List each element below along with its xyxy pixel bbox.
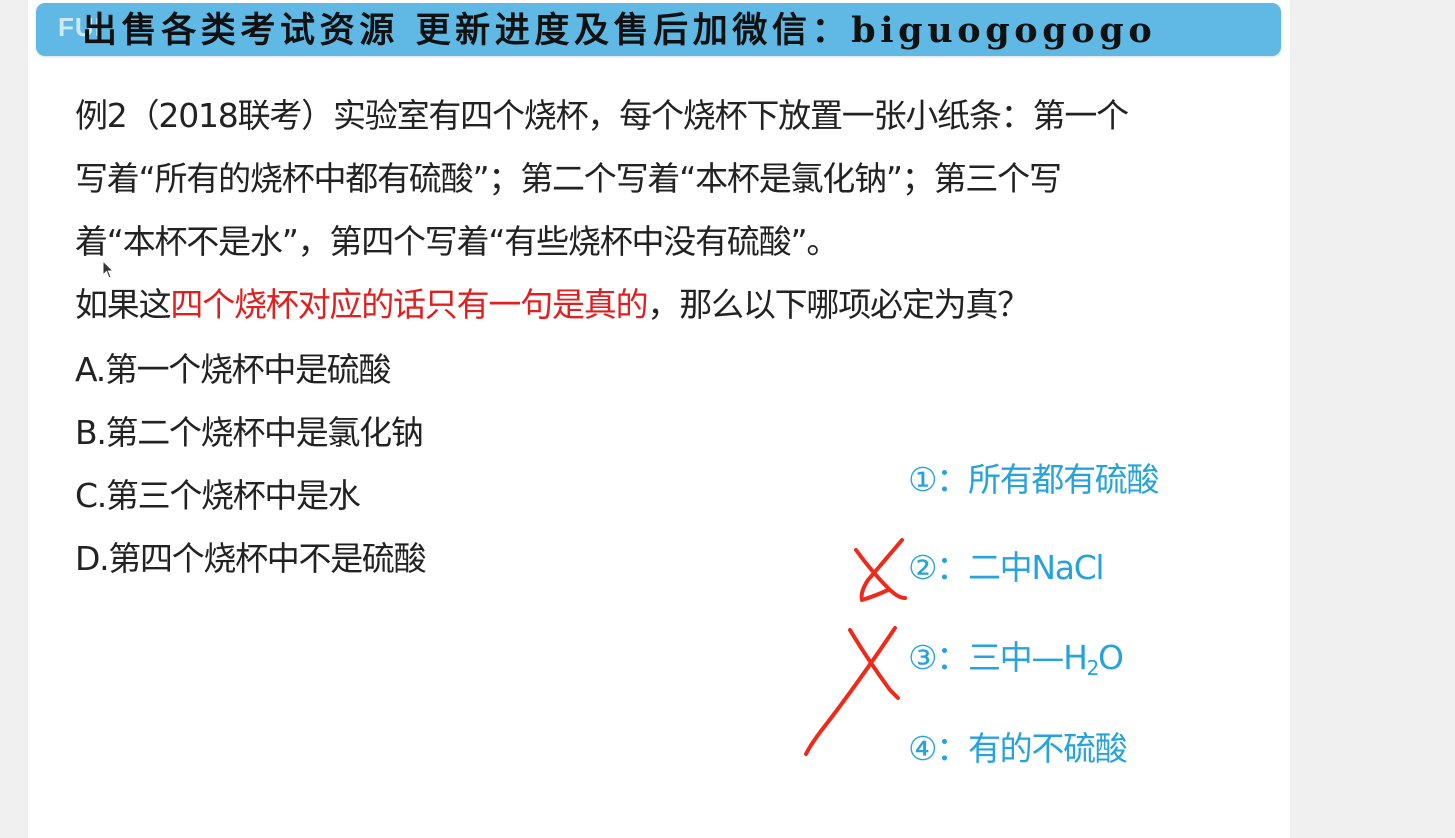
mouse-cursor-icon: [102, 260, 115, 279]
cross-mark-2: [859, 538, 904, 602]
cross-mark-3: [848, 628, 900, 700]
cross-mark-3: [804, 626, 897, 756]
handwritten-marks: [804, 538, 907, 756]
